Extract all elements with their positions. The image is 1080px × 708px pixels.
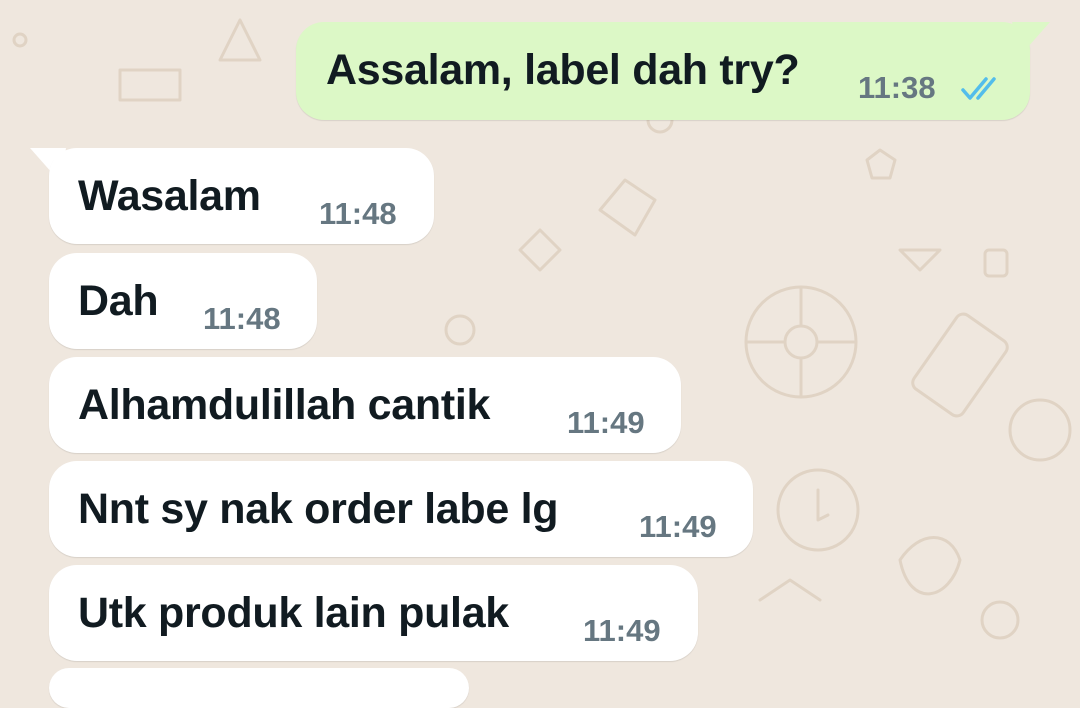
message-bubble-incoming[interactable]: Wasalam 11:48 — [49, 148, 434, 244]
message-bubble-incoming[interactable]: Alhamdulillah cantik 11:49 — [49, 357, 681, 453]
message-time: 11:49 — [583, 613, 661, 648]
message-text: Wasalam — [78, 172, 261, 220]
read-double-check-icon — [961, 77, 996, 100]
bubble-tail-outgoing — [1012, 22, 1050, 56]
message-time: 11:48 — [203, 301, 281, 336]
message-time: 11:38 — [858, 70, 936, 105]
message-text: Dah — [78, 277, 159, 325]
message-text: Alhamdulillah cantik — [78, 381, 491, 429]
message-bubble-incoming[interactable]: Dah 11:48 — [49, 253, 317, 349]
message-bubble-incoming[interactable]: Utk produk lain pulak 11:49 — [49, 565, 698, 661]
message-bubble-incoming[interactable]: Nnt sy nak order labe lg 11:49 — [49, 461, 753, 557]
message-time: 11:49 — [567, 405, 645, 440]
message-bubble-outgoing[interactable]: Assalam, label dah try? 11:38 — [296, 22, 1030, 120]
message-text: Nnt sy nak order labe lg — [78, 485, 559, 533]
message-text: Assalam, label dah try? — [326, 46, 800, 94]
message-time: 11:48 — [319, 196, 397, 231]
message-time: 11:49 — [639, 509, 717, 544]
message-text: Utk produk lain pulak — [78, 589, 509, 637]
message-bubble-incoming-partial[interactable] — [49, 668, 469, 708]
